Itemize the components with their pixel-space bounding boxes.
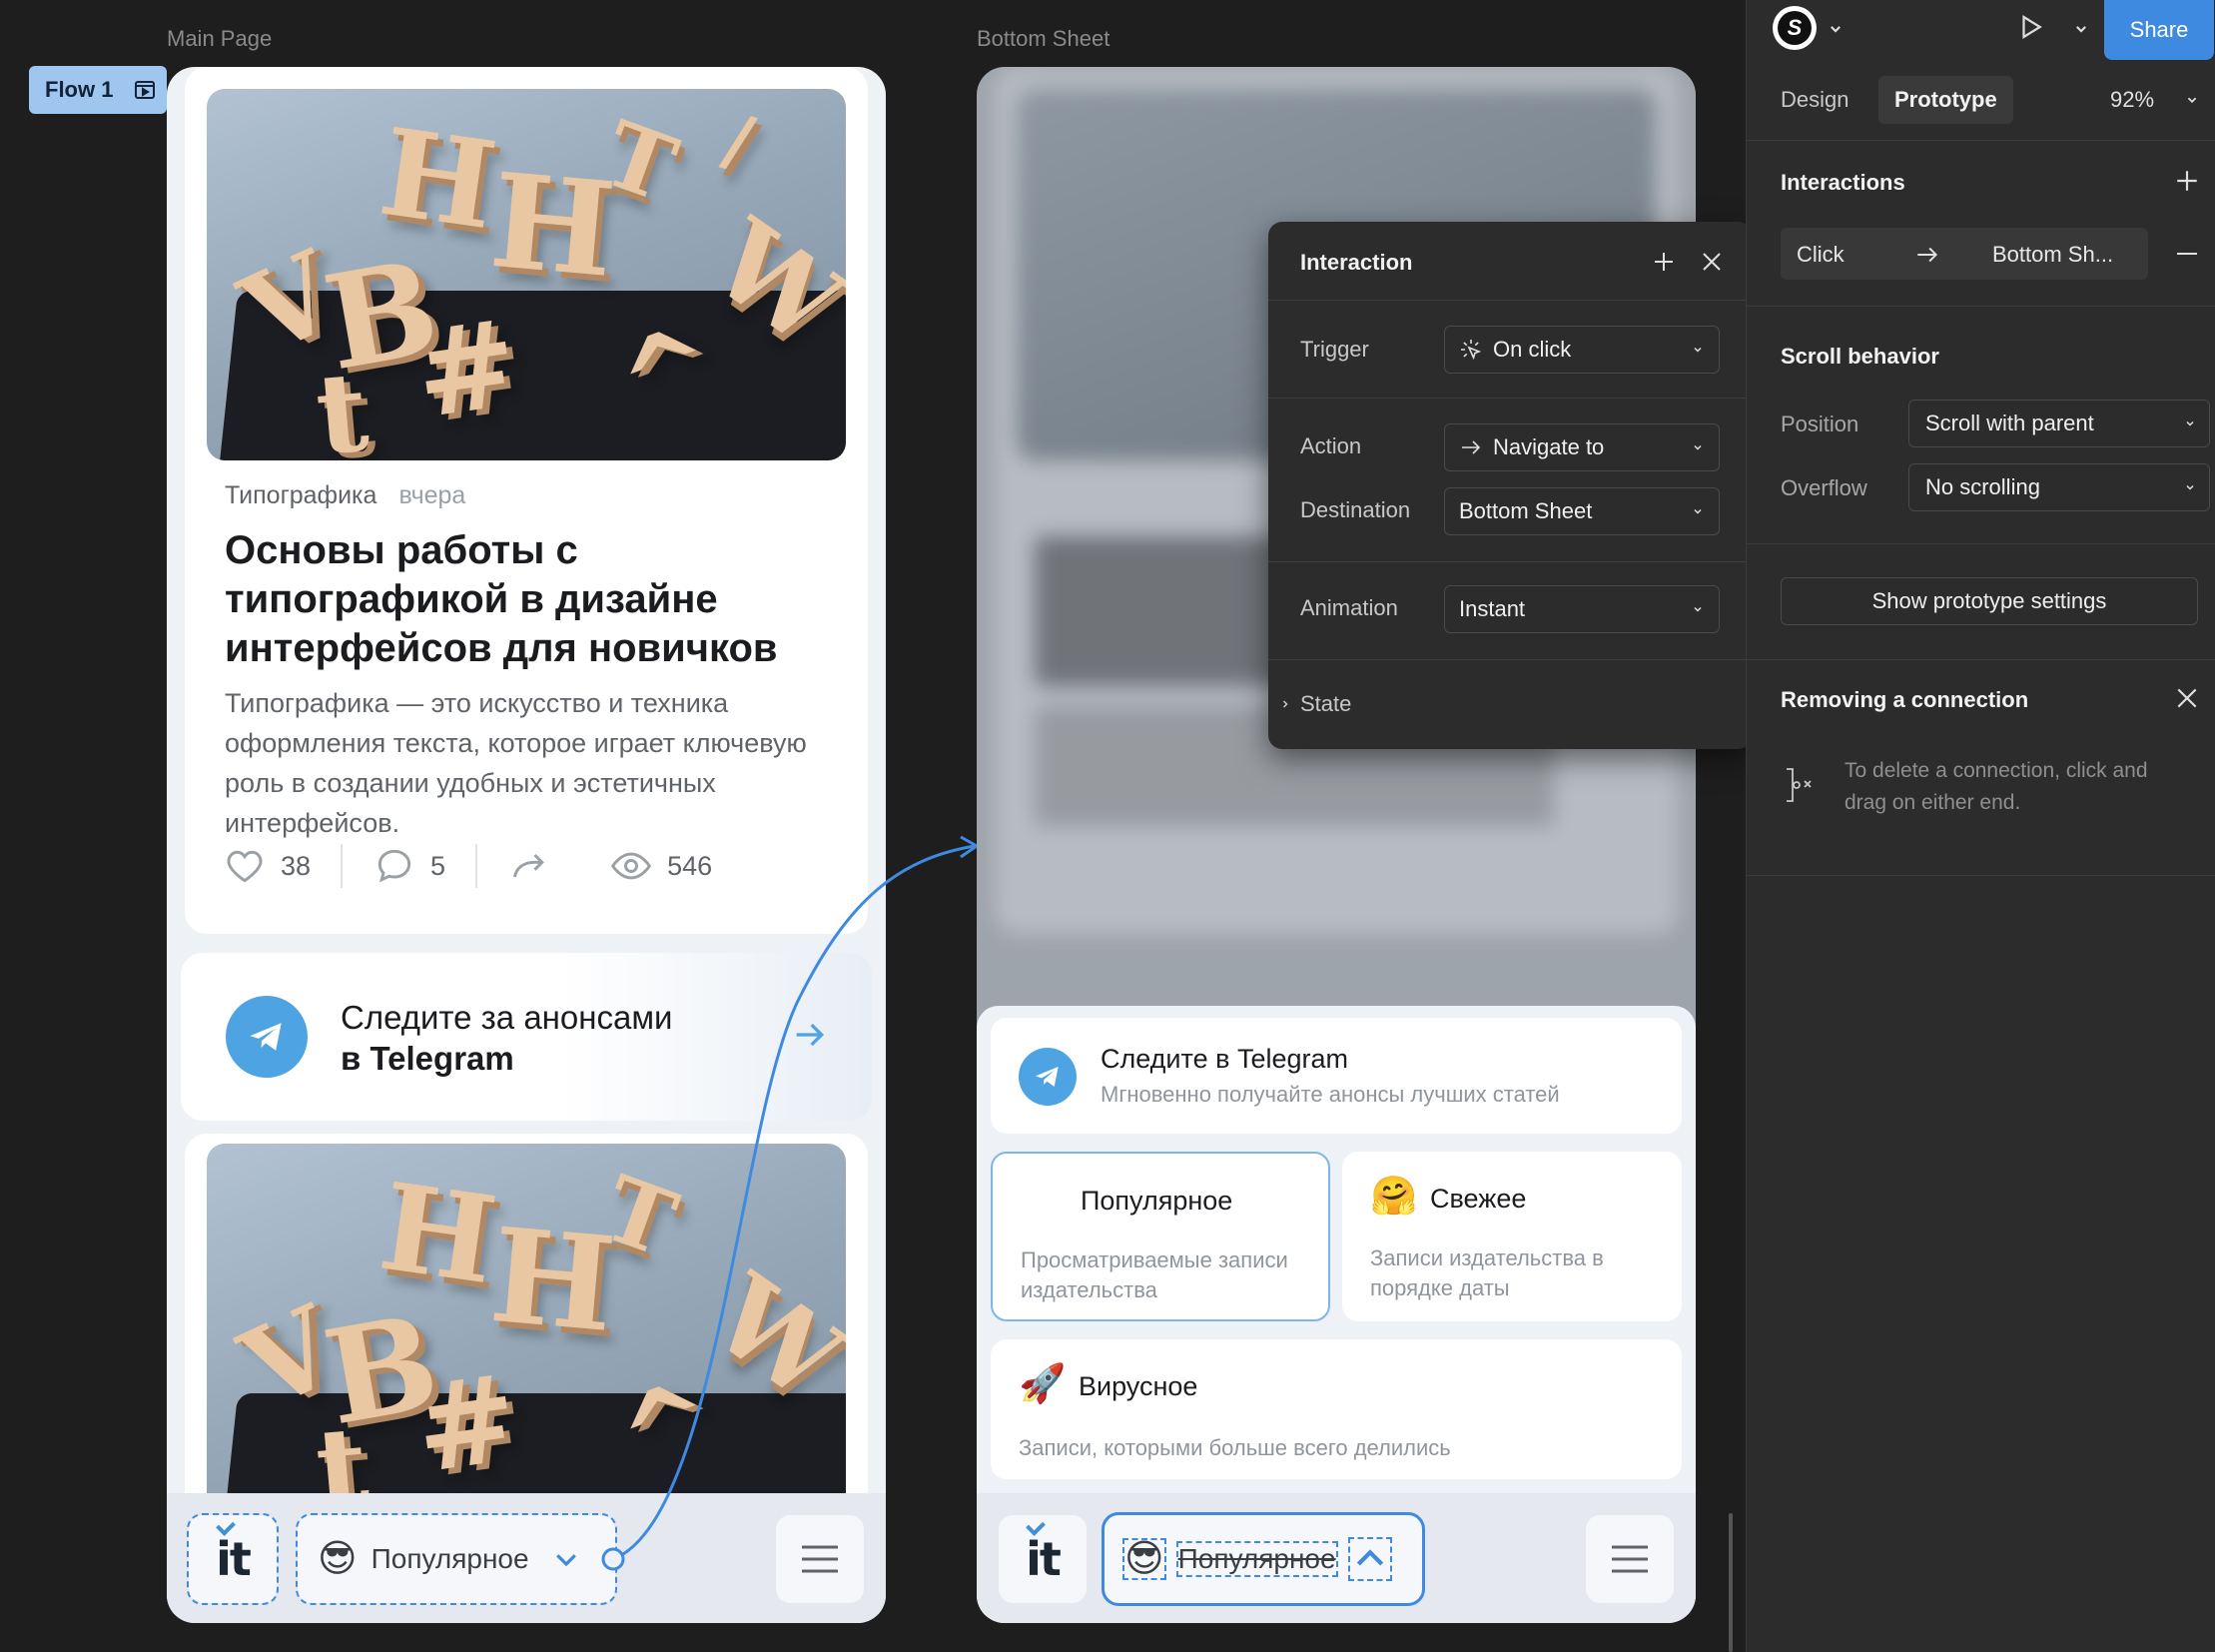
interaction-item-trigger: Click xyxy=(1797,242,1845,267)
state-label: State xyxy=(1300,691,1352,716)
scroll-behavior-heading: Scroll behavior xyxy=(1781,344,1939,369)
menu-button[interactable] xyxy=(1586,1515,1674,1603)
sunglasses-emoji-icon: 😎 xyxy=(1021,1178,1061,1220)
sunglasses-emoji-icon: 😎 xyxy=(1122,1538,1166,1580)
show-prototype-settings-button[interactable]: Show prototype settings xyxy=(1781,577,2198,625)
position-select[interactable]: Scroll with parent xyxy=(1908,400,2210,447)
close-icon[interactable] xyxy=(1700,250,1724,274)
sheet-telegram-title: Следите в Telegram xyxy=(1101,1044,1348,1074)
action-value: Navigate to xyxy=(1493,434,1605,459)
zoom-level[interactable]: 92% xyxy=(2110,87,2154,113)
popular-title: Популярное xyxy=(1081,1186,1233,1216)
chevron-down-icon xyxy=(1694,444,1702,450)
overflow-value: No scrolling xyxy=(1925,474,2040,499)
popular-subtitle: Просматриваемые записи издательства xyxy=(1021,1247,1288,1302)
position-label: Position xyxy=(1781,412,1859,436)
chevron-down-icon xyxy=(1694,606,1702,612)
arrow-right-icon xyxy=(1462,440,1481,454)
destination-select[interactable]: Bottom Sheet xyxy=(1444,487,1720,535)
interactions-heading: Interactions xyxy=(1781,170,1905,195)
fresh-title: Свежее xyxy=(1430,1184,1527,1214)
animation-value: Instant xyxy=(1459,596,1526,621)
chevron-down-icon xyxy=(2186,420,2194,426)
add-icon[interactable] xyxy=(1652,250,1676,274)
popover-title: Interaction xyxy=(1300,250,1413,275)
add-interaction-icon[interactable] xyxy=(2174,168,2200,194)
feed-selector[interactable]: 😎 Популярное xyxy=(1102,1512,1425,1606)
chevron-down-icon[interactable] xyxy=(2074,22,2088,36)
share-button[interactable]: Share xyxy=(2104,0,2214,60)
sheet-option-viral[interactable]: 🚀 Вирусное Записи, которыми больше всего… xyxy=(991,1339,1682,1479)
destination-value: Bottom Sheet xyxy=(1459,498,1593,523)
trigger-label: Trigger xyxy=(1300,337,1369,362)
rocket-emoji-icon: 🚀 xyxy=(1019,1363,1067,1405)
trigger-value: On click xyxy=(1493,337,1572,362)
interaction-item-target: Bottom Sh... xyxy=(1992,242,2114,267)
hugging-emoji-icon: 🤗 xyxy=(1370,1176,1418,1218)
chevron-down-icon[interactable] xyxy=(2186,94,2198,106)
sheet-telegram-card[interactable]: Следите в Telegram Мгновенно получайте а… xyxy=(991,1018,1682,1134)
properties-panel: S Share Design Prototype 92% Interaction… xyxy=(1746,0,2215,1652)
chevron-up-icon xyxy=(1347,1537,1392,1581)
removing-connection-heading: Removing a connection xyxy=(1781,687,2029,712)
app-logo-icon[interactable]: S xyxy=(1773,6,1817,50)
tab-prototype[interactable]: Prototype xyxy=(1878,76,2013,124)
sheet-option-popular[interactable]: 😎 Популярное Просматриваемые записи изда… xyxy=(991,1152,1330,1321)
action-label: Action xyxy=(1300,433,1362,458)
interaction-popover: Interaction Trigger On click Action Navi… xyxy=(1268,222,1752,749)
disconnect-icon xyxy=(1787,768,1812,802)
viral-subtitle: Записи, которыми больше всего делились xyxy=(1019,1435,1451,1460)
chevron-down-icon[interactable] xyxy=(1829,22,1843,36)
chevron-down-icon xyxy=(1694,347,1702,353)
destination-label: Destination xyxy=(1300,497,1411,522)
overflow-select[interactable]: No scrolling xyxy=(1908,463,2210,511)
fresh-subtitle: Записи издательства в порядке даты xyxy=(1370,1245,1604,1300)
close-icon[interactable] xyxy=(2174,685,2200,711)
interaction-item[interactable]: Click Bottom Sh... xyxy=(1781,228,2148,280)
sheet-telegram-subtitle: Мгновенно получайте анонсы лучших статей xyxy=(1101,1082,1560,1107)
arrow-right-icon xyxy=(1917,247,1938,263)
feed-selector-label: Популярное xyxy=(1175,1541,1338,1577)
animation-label: Animation xyxy=(1300,595,1398,620)
hamburger-icon xyxy=(1612,1545,1648,1573)
chevron-right-icon xyxy=(1282,700,1288,708)
play-icon[interactable] xyxy=(2016,12,2046,42)
action-select[interactable]: Navigate to xyxy=(1444,423,1720,471)
click-icon xyxy=(1461,340,1482,361)
logo-text: it xyxy=(1026,1516,1062,1586)
remove-interaction-icon[interactable] xyxy=(2174,244,2200,264)
logo-button[interactable]: it xyxy=(999,1515,1087,1603)
bottom-sheet: Следите в Telegram Мгновенно получайте а… xyxy=(977,1006,1696,1623)
viral-title: Вирусное xyxy=(1079,1371,1198,1401)
removing-connection-text: To delete a connection, click and drag o… xyxy=(1845,759,2148,814)
telegram-icon xyxy=(1019,1048,1077,1106)
animation-select[interactable]: Instant xyxy=(1444,585,1720,633)
chevron-down-icon xyxy=(2186,484,2194,490)
state-disclosure[interactable]: State xyxy=(1280,691,1351,717)
chevron-down-icon xyxy=(1694,508,1702,514)
canvas-scrollbar[interactable] xyxy=(1729,1513,1733,1652)
overflow-label: Overflow xyxy=(1781,475,1867,500)
position-value: Scroll with parent xyxy=(1925,411,2094,435)
tab-design[interactable]: Design xyxy=(1781,87,1848,113)
trigger-select[interactable]: On click xyxy=(1444,326,1720,374)
sheet-option-fresh[interactable]: 🤗 Свежее Записи издательства в порядке д… xyxy=(1342,1152,1682,1321)
bottom-bar: it 😎 Популярное xyxy=(977,1493,1696,1623)
